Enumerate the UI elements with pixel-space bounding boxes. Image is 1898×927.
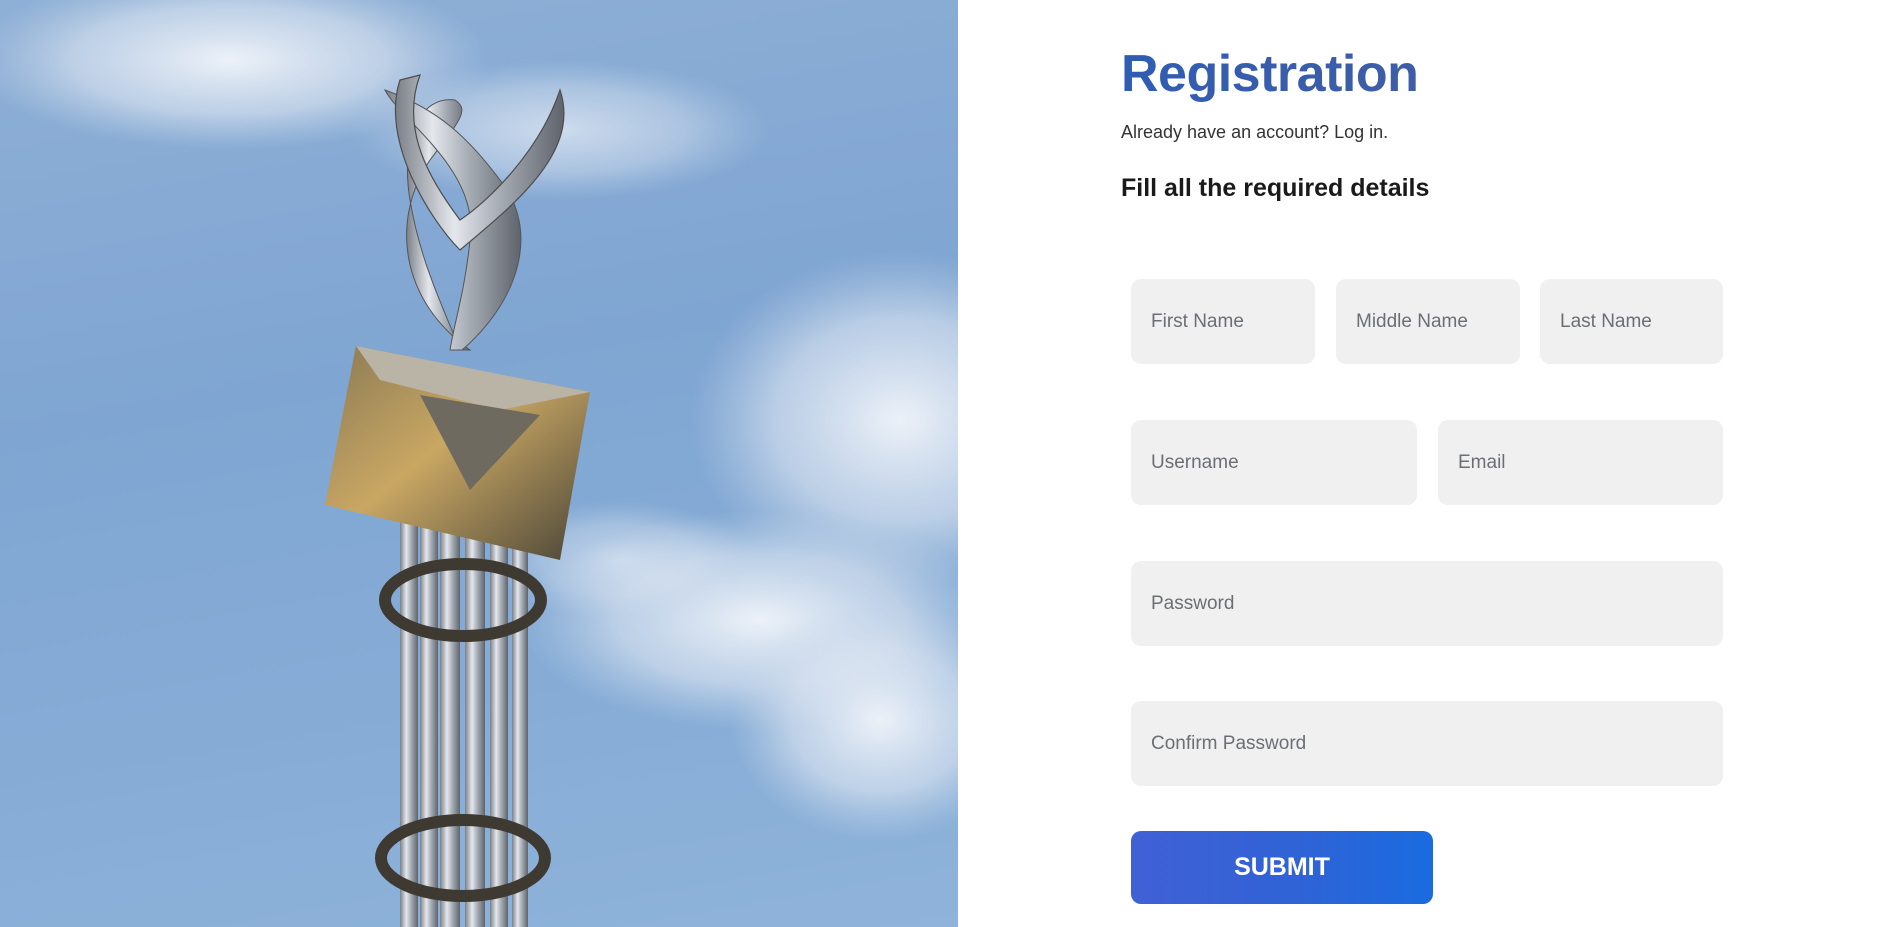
- email-input[interactable]: [1438, 420, 1723, 505]
- password-input[interactable]: [1131, 561, 1723, 646]
- login-prompt: Already have an account? Log in.: [1121, 122, 1388, 143]
- page-title: Registration: [1121, 45, 1419, 103]
- registration-form-panel: Registration Already have an account? Lo…: [958, 0, 1898, 927]
- section-heading: Fill all the required details: [1121, 174, 1430, 202]
- middle-name-input[interactable]: [1336, 279, 1520, 364]
- sculpture-illustration: [0, 0, 958, 927]
- confirm-password-input[interactable]: [1131, 701, 1723, 786]
- last-name-input[interactable]: [1540, 279, 1723, 364]
- login-link[interactable]: Already have an account? Log in.: [1121, 122, 1388, 142]
- username-input[interactable]: [1131, 420, 1417, 505]
- submit-button[interactable]: SUBMIT: [1131, 831, 1433, 904]
- registration-page: Registration Already have an account? Lo…: [0, 0, 1898, 927]
- hero-photo: [0, 0, 958, 927]
- first-name-input[interactable]: [1131, 279, 1315, 364]
